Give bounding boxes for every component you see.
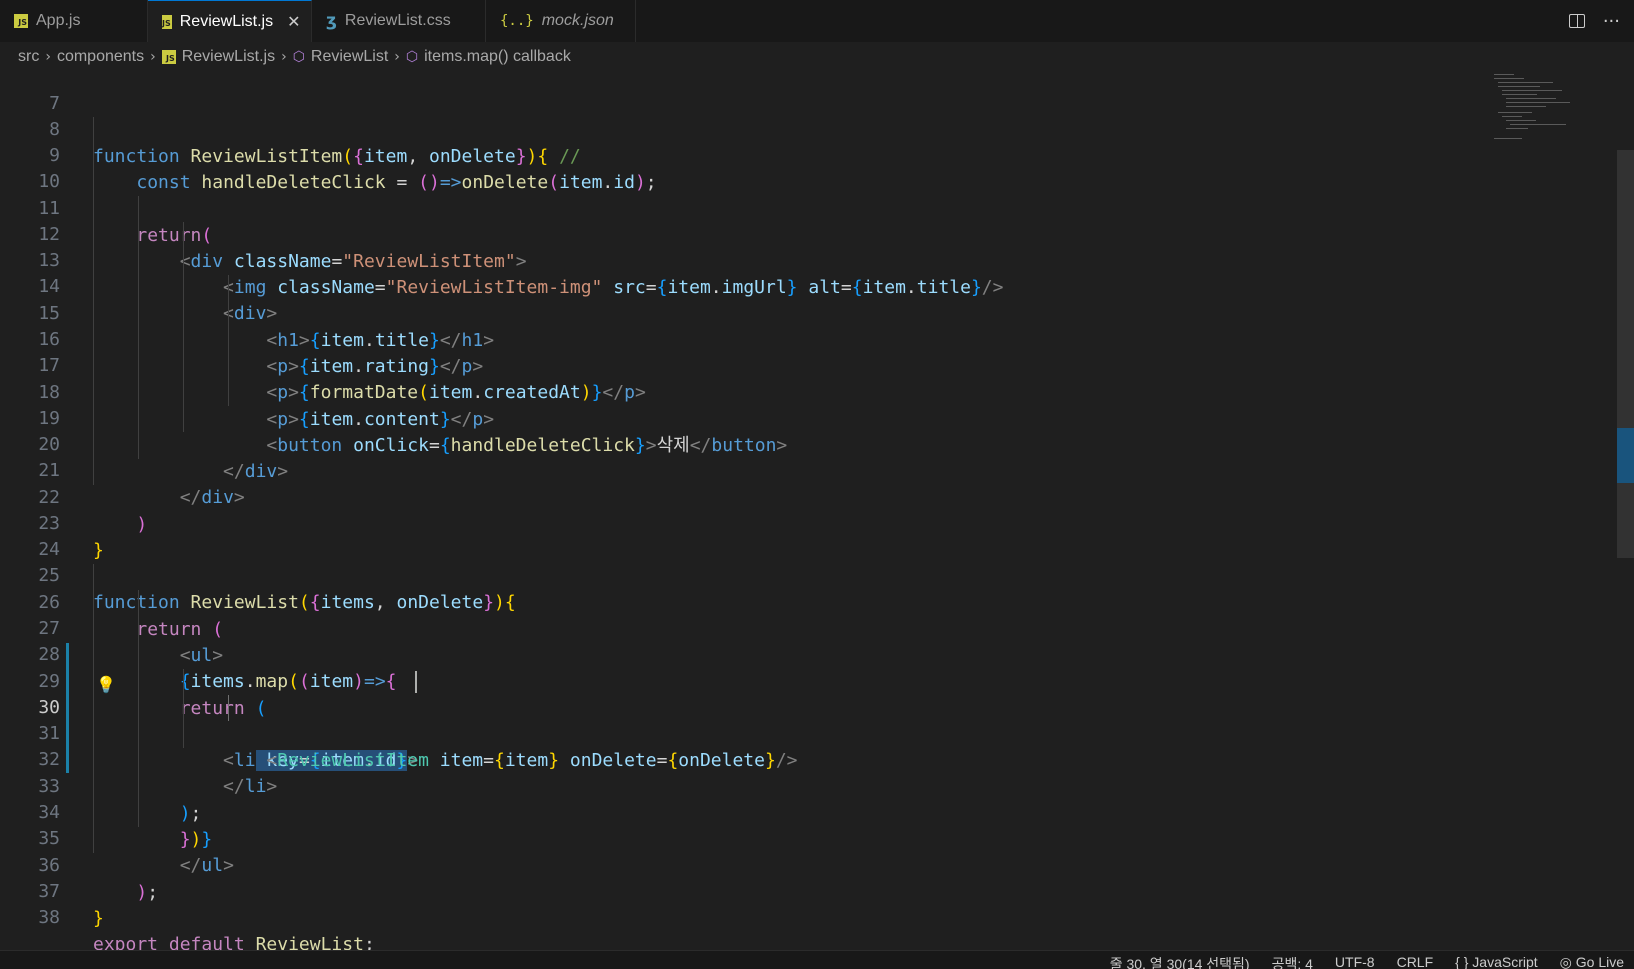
end-of-line[interactable]: CRLF xyxy=(1397,954,1434,969)
code-line: 31 <ReviewListItem item={item} onDelete=… xyxy=(0,695,1500,770)
code-line: 33 ); xyxy=(0,748,1500,823)
css-file-icon: ʒ xyxy=(326,11,337,31)
code-line: 37 } xyxy=(0,853,1500,928)
scrollbar-cursor-marker xyxy=(1617,428,1634,483)
indent-guide xyxy=(183,222,184,432)
split-editor-icon[interactable] xyxy=(1568,14,1585,28)
code-line: 19 <button onClick={handleDeleteClick}>삭… xyxy=(0,380,1500,455)
tab-mock-json[interactable]: {..} mock.json xyxy=(486,0,636,42)
language-mode[interactable]: { } JavaScript xyxy=(1455,954,1538,969)
code-line: 38 export default ReviewList; xyxy=(0,879,1500,950)
code-line-current: 30 💡 <li key={item.id}> xyxy=(0,669,1500,771)
indent-guide xyxy=(93,564,94,853)
code-line: 36 ); xyxy=(0,827,1500,902)
indent-guide xyxy=(138,590,139,827)
code-line: 17 <p>{formatDate(item.createdAt)}</p> xyxy=(0,327,1500,402)
code-line: 26 return ( xyxy=(0,564,1500,639)
line-number: 38 xyxy=(38,907,60,929)
tab-label: ReviewList.js xyxy=(179,12,274,30)
code-line: 18 <p>{item.content}</p> xyxy=(0,354,1500,429)
indent-guide xyxy=(138,196,139,459)
tab-app-js[interactable]: JS App.js xyxy=(0,0,148,42)
go-live-label: Go Live xyxy=(1575,954,1624,969)
breadcrumb-function[interactable]: ReviewList xyxy=(311,48,388,66)
breadcrumb-components[interactable]: components xyxy=(57,48,144,66)
code-line: 16 <p>{item.rating}</p> xyxy=(0,301,1500,376)
more-actions-icon[interactable]: ··· xyxy=(1603,11,1620,32)
encoding[interactable]: UTF-8 xyxy=(1335,954,1375,969)
tab-reviewlist-js[interactable]: JS ReviewList.js ✕ xyxy=(148,0,312,42)
breadcrumb-file[interactable]: ReviewList.js xyxy=(182,48,275,66)
tab-label: App.js xyxy=(36,12,81,29)
code-line: 12 <div className="ReviewListItem"> xyxy=(0,196,1500,271)
breadcrumb-src[interactable]: src xyxy=(18,48,39,66)
code-line: 20 </div> xyxy=(0,406,1500,481)
braces-icon: { } xyxy=(1455,954,1473,969)
tab-reviewlist-css[interactable]: ʒ ReviewList.css xyxy=(312,0,486,42)
code-line: 24 xyxy=(0,511,1500,560)
indent-guide xyxy=(93,117,94,485)
chevron-right-icon: › xyxy=(394,49,400,65)
code-line: 7 xyxy=(0,72,1500,114)
text-cursor xyxy=(415,671,417,693)
code-line: 21 </div> xyxy=(0,432,1500,507)
code-line: 34 })} xyxy=(0,774,1500,849)
broadcast-icon: ◎ xyxy=(1559,954,1576,969)
minimap[interactable] xyxy=(1492,72,1592,152)
code-line: 11 return( xyxy=(0,170,1500,245)
symbol-method-icon: ⬡ xyxy=(405,49,419,65)
js-file-icon: JS xyxy=(161,50,176,64)
editor-actions: ··· xyxy=(1568,0,1620,42)
code-line: 32 </li> xyxy=(0,721,1500,796)
code-line: 35 </ul> xyxy=(0,800,1500,875)
editor-tab-bar: JS App.js JS ReviewList.js ✕ ʒ ReviewLis… xyxy=(0,0,1634,43)
status-bar: 줄 30, 열 30(14 선택됨) 공백: 4 UTF-8 CRLF { } … xyxy=(0,950,1634,969)
json-file-icon: {..} xyxy=(500,13,534,29)
go-live-button[interactable]: ◎ Go Live xyxy=(1560,954,1624,969)
breadcrumb: src › components › JS ReviewList.js › ⬡ … xyxy=(0,42,1634,72)
tab-label: mock.json xyxy=(541,12,614,29)
code-line: 9 const handleDeleteClick = ()=>onDelete… xyxy=(0,117,1500,192)
cursor-position[interactable]: 줄 30, 열 30(14 선택됨) xyxy=(1110,954,1250,969)
vertical-scrollbar[interactable] xyxy=(1617,150,1634,558)
js-file-icon: JS xyxy=(14,14,28,28)
close-icon[interactable]: ✕ xyxy=(287,12,300,31)
indentation[interactable]: 공백: 4 xyxy=(1272,954,1313,969)
indent-guide xyxy=(183,669,184,748)
symbol-method-icon: ⬡ xyxy=(292,49,305,65)
js-file-icon: JS xyxy=(162,14,172,29)
code-line: 13 <img className="ReviewListItem-img" s… xyxy=(0,222,1500,297)
code-line: 10 xyxy=(0,143,1500,192)
code-line: 15 <h1>{item.title}</h1> xyxy=(0,275,1500,350)
code-editor[interactable]: 7 8 function ReviewListItem({item, onDel… xyxy=(0,72,1634,950)
code-line: 23 } xyxy=(0,485,1500,560)
code-line: 14 <div> xyxy=(0,248,1500,323)
tab-label: ReviewList.css xyxy=(344,12,451,29)
chevron-right-icon: › xyxy=(150,49,156,65)
breadcrumb-callback[interactable]: items.map() callback xyxy=(424,48,571,66)
code-line: 27 <ul> xyxy=(0,590,1500,665)
indent-guide xyxy=(228,695,229,721)
code-line: 22 ) xyxy=(0,459,1500,534)
indent-guide xyxy=(228,275,229,406)
code-line: 29 return ( xyxy=(0,643,1500,718)
chevron-right-icon: › xyxy=(45,49,51,65)
code-line: 8 function ReviewListItem({item, onDelet… xyxy=(0,91,1500,166)
chevron-right-icon: › xyxy=(281,49,287,65)
code-line: 28 {items.map((item)=>{ xyxy=(0,616,1500,691)
code-line: 25 function ReviewList({items, onDelete}… xyxy=(0,537,1500,612)
language-label: JavaScript xyxy=(1472,954,1538,969)
